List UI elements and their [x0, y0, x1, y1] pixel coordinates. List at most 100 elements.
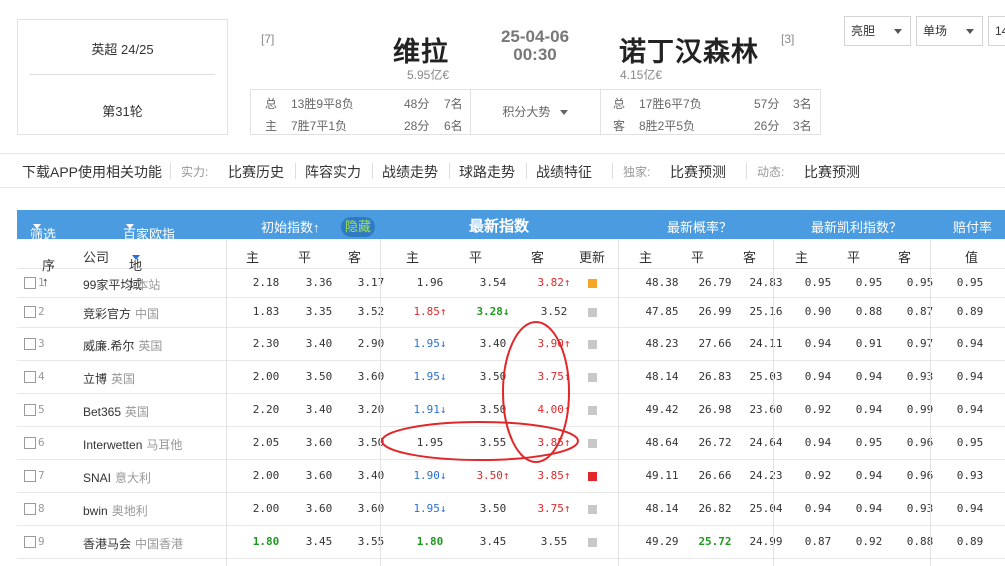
initial-odds[interactable]: 3.60 — [299, 436, 339, 449]
initial-odds[interactable]: 3.60 — [299, 469, 339, 482]
latest-odds[interactable]: 1.96 — [410, 276, 450, 289]
nav-item-record-trend[interactable]: 战绩走势 — [382, 162, 438, 182]
initial-odds[interactable]: 2.20 — [246, 403, 286, 416]
latest-odds[interactable]: 3.50↑ — [473, 469, 513, 482]
download-app-link[interactable]: 下载APP使用相关功能 — [22, 162, 162, 182]
latest-odds[interactable]: 1.95 — [410, 436, 450, 449]
initial-odds[interactable]: 2.05 — [246, 436, 286, 449]
update-indicator[interactable] — [588, 505, 597, 514]
latest-odds[interactable]: 3.45 — [473, 535, 513, 548]
away-team-name[interactable]: 诺丁汉森林 — [619, 30, 759, 69]
initial-odds[interactable]: 3.35 — [299, 305, 339, 318]
initial-odds[interactable]: 3.50 — [299, 370, 339, 383]
company-name[interactable]: 香港马会 中国香港 — [83, 535, 183, 552]
company-name[interactable]: 威廉.希尔 英国 — [83, 337, 162, 354]
update-indicator[interactable] — [588, 308, 597, 317]
latest-odds[interactable]: 3.50 — [473, 370, 513, 383]
initial-odds[interactable]: 2.00 — [246, 502, 286, 515]
table-row[interactable]: 7 SNAI 意大利 2.00 3.60 3.40 1.90↓ 3.50↑ 3.85↑ 49.11… — [17, 459, 1005, 493]
row-checkbox[interactable] — [24, 306, 36, 318]
nav-item-exclusive-prediction[interactable]: 比赛预测 — [670, 162, 726, 182]
league-round[interactable]: 第31轮 — [18, 101, 227, 120]
initial-odds[interactable]: 2.00 — [246, 469, 286, 482]
row-checkbox[interactable] — [24, 470, 36, 482]
initial-odds[interactable]: 3.60 — [299, 502, 339, 515]
initial-odds[interactable]: 3.60 — [351, 502, 391, 515]
update-indicator[interactable] — [588, 439, 597, 448]
row-checkbox[interactable] — [24, 503, 36, 515]
initial-odds[interactable]: 3.36 — [299, 276, 339, 289]
company-name[interactable]: SNAI 意大利 — [83, 469, 151, 486]
table-row[interactable]: 4 立博 英国 2.00 3.50 3.60 1.95↓ 3.50 3.75↑ 48.14 26.8… — [17, 360, 1005, 394]
company-name[interactable]: 竞彩官方 中国 — [83, 305, 159, 322]
latest-odds[interactable]: 1.91↓ — [410, 403, 450, 416]
highlight-select[interactable]: 亮胆 — [844, 16, 911, 46]
company-name[interactable]: 立博 英国 — [83, 370, 135, 387]
initial-odds[interactable]: 3.45 — [299, 535, 339, 548]
initial-odds[interactable]: 3.60 — [351, 370, 391, 383]
company-name[interactable]: bwin 奥地利 — [83, 502, 148, 519]
initial-odds[interactable]: 3.40 — [299, 403, 339, 416]
row-checkbox[interactable] — [24, 536, 36, 548]
initial-odds-sort[interactable]: 初始指数↑ — [261, 217, 320, 236]
row-checkbox[interactable] — [24, 371, 36, 383]
latest-odds[interactable]: 3.82↑ — [534, 276, 574, 289]
nav-item-record-features[interactable]: 战绩特征 — [536, 162, 592, 182]
latest-odds[interactable]: 1.95↓ — [410, 370, 450, 383]
latest-odds[interactable]: 1.95↓ — [410, 502, 450, 515]
single-match-select[interactable]: 单场 — [916, 16, 983, 46]
latest-odds[interactable]: 3.40 — [473, 337, 513, 350]
payout-heading[interactable]: 赔付率 — [953, 217, 992, 236]
latest-odds[interactable]: 1.80 — [410, 535, 450, 548]
latest-odds[interactable]: 3.50 — [473, 502, 513, 515]
company-name[interactable]: Bet365 英国 — [83, 403, 149, 420]
latest-odds[interactable]: 3.85↑ — [534, 436, 574, 449]
latest-odds[interactable]: 3.55 — [473, 436, 513, 449]
initial-odds[interactable]: 2.00 — [246, 370, 286, 383]
initial-odds[interactable]: 3.55 — [351, 535, 391, 548]
update-indicator[interactable] — [588, 406, 597, 415]
table-row[interactable]: 1 99家平均 本站 2.18 3.36 3.17 1.96 3.54 3.82↑ 48.38 26… — [17, 268, 1005, 298]
latest-odds[interactable]: 1.90↓ — [410, 469, 450, 482]
table-row[interactable]: 8 bwin 奥地利 2.00 3.60 3.60 1.95↓ 3.50 3.75↑ 48.14 2… — [17, 492, 1005, 526]
nav-item-history[interactable]: 比赛历史 — [228, 162, 284, 182]
latest-odds[interactable]: 4.00↑ — [534, 403, 574, 416]
latest-odds[interactable]: 3.54 — [473, 276, 513, 289]
company-name[interactable]: Interwetten 马耳他 — [83, 436, 182, 453]
row-checkbox[interactable] — [24, 437, 36, 449]
row-checkbox[interactable] — [24, 338, 36, 350]
row-checkbox[interactable] — [24, 404, 36, 416]
company-name[interactable]: 99家平均 本站 — [83, 276, 160, 293]
initial-odds[interactable]: 3.17 — [351, 276, 391, 289]
home-team-name[interactable]: 维拉 — [393, 30, 449, 69]
hide-toggle[interactable]: 隐藏 — [341, 217, 375, 237]
initial-odds[interactable]: 3.52 — [351, 305, 391, 318]
update-indicator[interactable] — [588, 279, 597, 288]
nav-item-route-trend[interactable]: 球路走势 — [459, 162, 515, 182]
latest-odds[interactable]: 1.95↓ — [410, 337, 450, 350]
latest-odds[interactable]: 3.28↓ — [473, 305, 513, 318]
initial-odds[interactable]: 2.90 — [351, 337, 391, 350]
update-indicator[interactable] — [588, 472, 597, 481]
initial-odds[interactable]: 1.83 — [246, 305, 286, 318]
table-row[interactable]: 5 Bet365 英国 2.20 3.40 3.20 1.91↓ 3.50 4.00↑ 49.42… — [17, 393, 1005, 427]
initial-odds[interactable]: 1.80 — [246, 535, 286, 548]
latest-odds[interactable]: 3.90↑ — [534, 337, 574, 350]
latest-odds[interactable]: 1.85↑ — [410, 305, 450, 318]
table-row[interactable]: 3 威廉.希尔 英国 2.30 3.40 2.90 1.95↓ 3.40 3.90↑ 48.23 2… — [17, 327, 1005, 361]
standings-trend-dropdown[interactable]: 积分大势 — [470, 89, 600, 135]
latest-odds[interactable]: 3.85↑ — [534, 469, 574, 482]
initial-odds[interactable]: 3.40 — [299, 337, 339, 350]
table-row[interactable]: 6 Interwetten 马耳他 2.05 3.60 3.50 1.95 3.55 3.85↑… — [17, 426, 1005, 460]
initial-odds[interactable]: 2.30 — [246, 337, 286, 350]
table-row[interactable]: 2 竞彩官方 中国 1.83 3.35 3.52 1.85↑ 3.28↓ 3.52 47.85 26… — [17, 297, 1005, 328]
nav-item-lineup[interactable]: 阵容实力 — [305, 162, 361, 182]
update-indicator[interactable] — [588, 538, 597, 547]
latest-odds[interactable]: 3.55 — [534, 535, 574, 548]
update-indicator[interactable] — [588, 340, 597, 349]
initial-odds[interactable]: 3.50 — [351, 436, 391, 449]
latest-prob-heading[interactable]: 最新概率？ — [667, 217, 732, 236]
kelly-heading[interactable]: 最新凯利指数？ — [811, 217, 902, 236]
nav-item-dynamic-prediction[interactable]: 比赛预测 — [804, 162, 860, 182]
initial-odds[interactable]: 3.40 — [351, 469, 391, 482]
